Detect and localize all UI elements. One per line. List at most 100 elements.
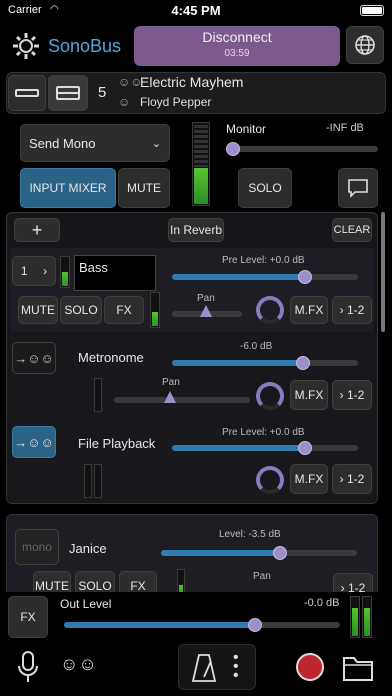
bass-pan-label: Pan xyxy=(197,293,215,304)
file-playback-mfx-button[interactable]: M.FX xyxy=(290,464,328,494)
peers-people-icon[interactable]: ☺☺ xyxy=(60,654,97,675)
bass-solo-button[interactable]: SOLO xyxy=(60,296,102,324)
monitor-value: -INF dB xyxy=(326,122,364,134)
peer-level-thumb[interactable] xyxy=(273,546,287,560)
metronome-level-slider[interactable] xyxy=(172,356,358,370)
metronome-toggle-button[interactable]: →☺☺ xyxy=(12,342,56,374)
out-level-slider[interactable] xyxy=(64,618,340,632)
file-playback-name: File Playback xyxy=(78,436,156,451)
chevron-right-icon: › xyxy=(43,264,48,278)
peer-pan-label: Pan xyxy=(253,571,271,582)
multi-view-button[interactable] xyxy=(48,75,88,111)
bass-mute-button[interactable]: MUTE xyxy=(18,296,58,324)
battery-icon xyxy=(360,5,384,16)
main-mute-button[interactable]: MUTE xyxy=(118,168,170,208)
multi-layout-icon xyxy=(56,86,80,100)
metronome-pan-label: Pan xyxy=(162,377,180,388)
settings-gear-icon[interactable] xyxy=(10,30,42,62)
monitor-label: Monitor xyxy=(226,122,267,136)
group-name[interactable]: Electric Mayhem xyxy=(140,74,243,90)
bass-level-label: Pre Level: +0.0 dB xyxy=(222,255,305,266)
bass-pan-slider[interactable] xyxy=(172,305,242,317)
disconnect-button[interactable]: Disconnect 03:59 xyxy=(134,26,340,66)
bass-send-knob[interactable] xyxy=(256,296,284,324)
user-icon: ☺ xyxy=(118,95,131,109)
disconnect-label: Disconnect xyxy=(202,29,272,45)
route-chevron-icon: › xyxy=(339,472,347,486)
globe-icon xyxy=(355,35,375,55)
bass-level-slider[interactable] xyxy=(172,270,358,284)
out-meter-right xyxy=(362,596,372,638)
record-button[interactable] xyxy=(296,653,324,681)
file-playback-route-button[interactable]: › 1-2 xyxy=(332,464,372,494)
more-options-icon[interactable]: • • • xyxy=(233,650,239,684)
metronome-send-knob[interactable] xyxy=(256,382,284,410)
globe-button[interactable] xyxy=(346,26,384,64)
bass-name-field[interactable]: Bass xyxy=(74,255,156,291)
input-mixer-button[interactable]: INPUT MIXER xyxy=(20,168,116,208)
out-level-label: Out Level xyxy=(60,597,112,611)
metronome-icon xyxy=(191,654,217,682)
single-layout-icon xyxy=(15,89,39,97)
single-view-button[interactable] xyxy=(8,75,46,111)
route-chevron-icon: › xyxy=(339,388,347,402)
input-level-meter xyxy=(192,122,210,206)
bass-level-meter xyxy=(60,256,70,288)
metronome-mfx-button[interactable]: M.FX xyxy=(290,380,328,410)
monitor-slider[interactable] xyxy=(226,142,378,156)
monitor-slider-thumb[interactable] xyxy=(226,142,240,156)
channel-number-button[interactable]: 1 › xyxy=(12,256,56,286)
file-playback-level-slider[interactable] xyxy=(172,441,358,455)
bass-level-thumb[interactable] xyxy=(298,270,312,284)
out-level-value: -0.0 dB xyxy=(304,597,340,609)
out-level-thumb[interactable] xyxy=(248,618,262,632)
send-mode-select[interactable]: Send Mono ⌄ xyxy=(20,124,170,162)
bass-output-meter xyxy=(150,292,160,328)
file-playback-level-label: Pre Level: +0.0 dB xyxy=(222,427,305,438)
channel-number: 1 xyxy=(20,264,28,278)
peer-mono-button[interactable]: mono xyxy=(15,529,59,565)
status-time: 4:45 PM xyxy=(171,3,221,18)
out-meter-left xyxy=(350,596,360,638)
main-solo-button[interactable]: SOLO xyxy=(238,168,292,208)
metronome-route-label: 1-2 xyxy=(347,388,365,402)
clear-button[interactable]: CLEAR xyxy=(332,218,372,242)
add-input-button[interactable]: + xyxy=(14,218,60,242)
file-playback-toggle-button[interactable]: →☺☺ xyxy=(12,426,56,458)
chevron-down-icon: ⌄ xyxy=(151,137,161,150)
metronome-control-button[interactable]: • • • xyxy=(178,644,256,690)
folder-button[interactable] xyxy=(342,654,374,682)
microphone-icon xyxy=(18,651,38,682)
file-playback-level-thumb[interactable] xyxy=(298,441,312,455)
bass-pan-thumb[interactable] xyxy=(200,305,212,317)
input-level-fill xyxy=(194,168,208,204)
metronome-meter xyxy=(94,378,102,412)
output-fx-button[interactable]: FX xyxy=(8,596,48,638)
status-bar: Carrier ◠ 4:45 PM xyxy=(0,0,392,22)
metronome-pan-thumb[interactable] xyxy=(164,391,176,403)
file-playback-people-icon: →☺☺ xyxy=(14,434,54,450)
peer-level-label: Level: -3.5 dB xyxy=(219,529,281,540)
reverb-button[interactable]: In Reverb xyxy=(168,218,224,242)
peer-level-slider[interactable] xyxy=(161,546,357,560)
microphone-button[interactable] xyxy=(14,650,42,686)
group-people-icon: ☺☺ xyxy=(118,75,143,89)
peer-name[interactable]: Janice xyxy=(69,541,107,556)
chat-button[interactable] xyxy=(338,168,378,208)
connection-time: 03:59 xyxy=(224,48,250,59)
file-playback-meter-left xyxy=(84,464,92,498)
metronome-route-button[interactable]: › 1-2 xyxy=(332,380,372,410)
metronome-level-thumb[interactable] xyxy=(296,356,310,370)
bass-route-button[interactable]: › 1-2 xyxy=(332,296,372,324)
route-chevron-icon: › xyxy=(339,303,347,317)
file-playback-send-knob[interactable] xyxy=(256,466,284,494)
group-count: 5 xyxy=(98,84,107,101)
folder-icon xyxy=(343,657,373,681)
bass-mfx-button[interactable]: M.FX xyxy=(290,296,328,324)
metronome-pan-slider[interactable] xyxy=(114,391,250,403)
chat-icon xyxy=(348,179,368,198)
bass-fx-button[interactable]: FX xyxy=(104,296,144,324)
user-name[interactable]: Floyd Pepper xyxy=(140,95,211,109)
metronome-level-label: -6.0 dB xyxy=(240,341,273,352)
mixer-scrollbar[interactable] xyxy=(381,212,385,332)
